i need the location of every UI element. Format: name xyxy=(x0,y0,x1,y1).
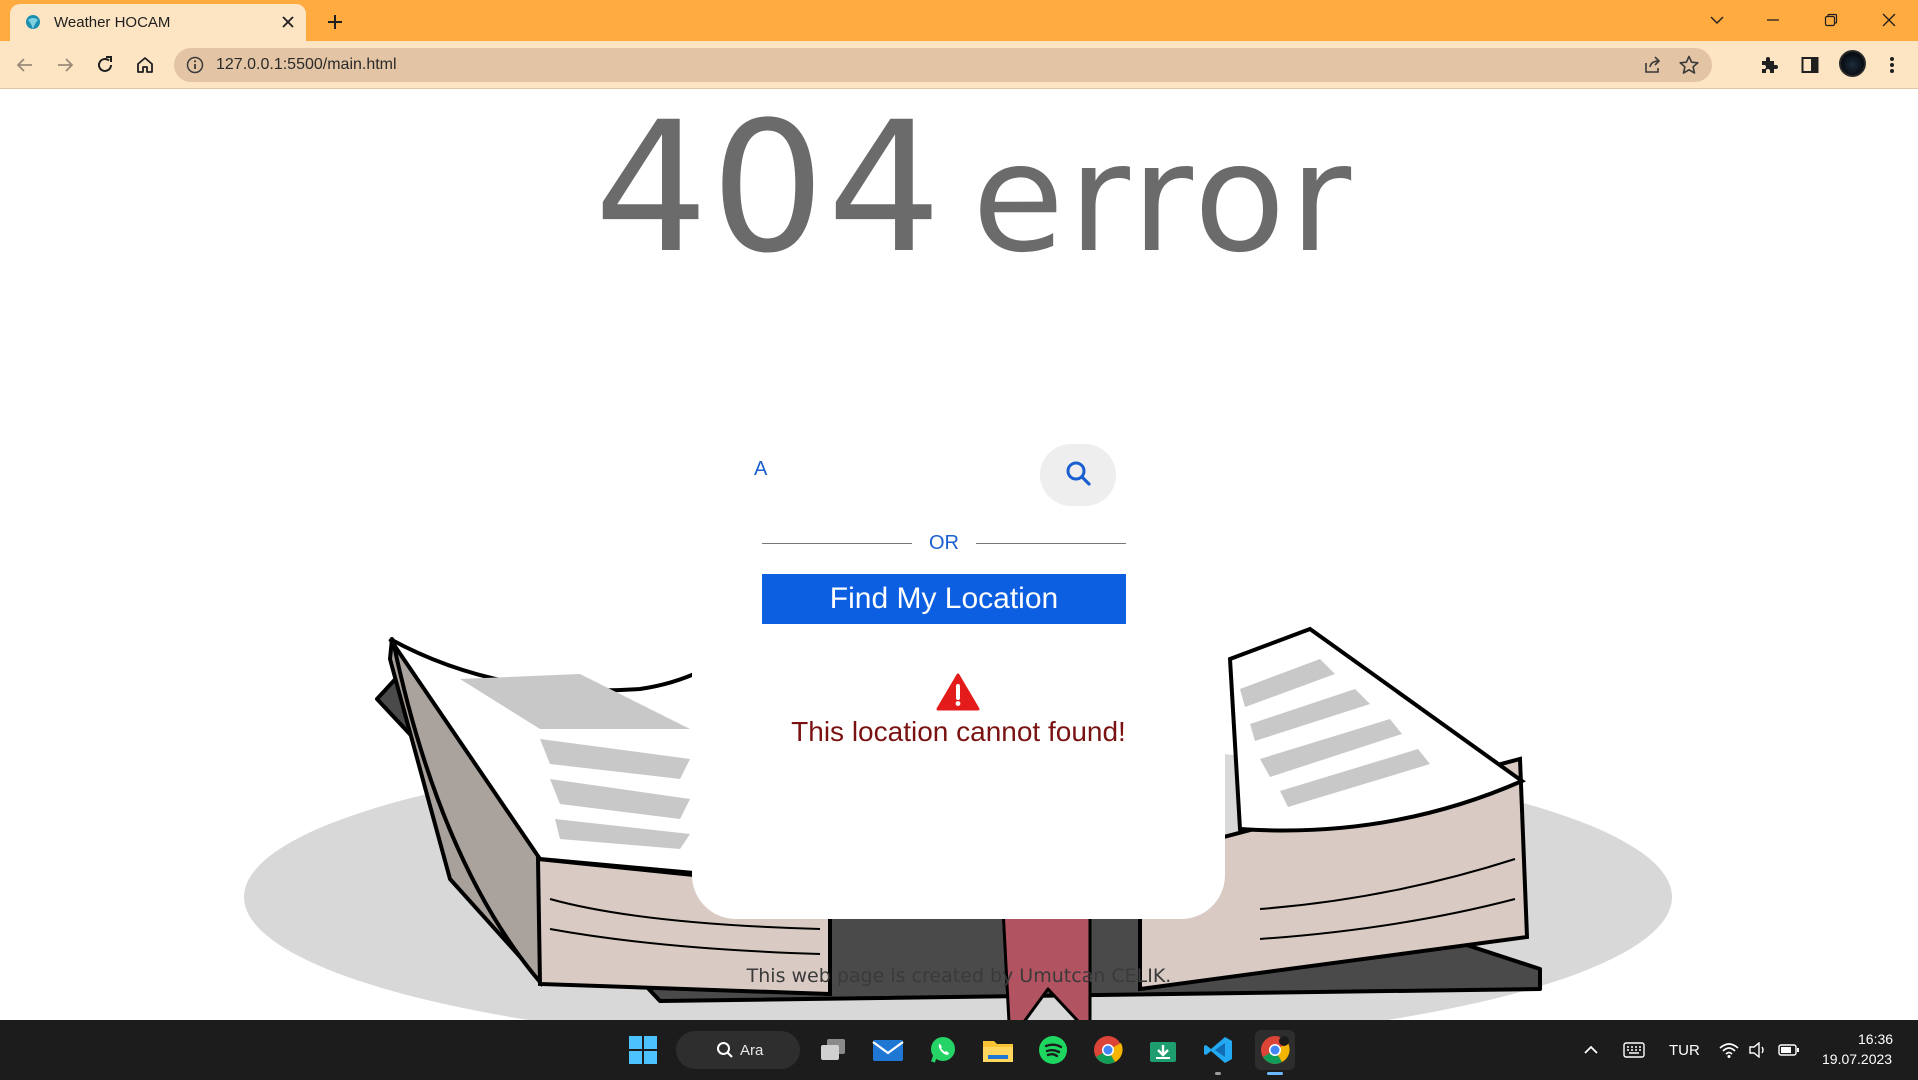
chevron-down-icon[interactable] xyxy=(1701,4,1733,36)
file-explorer-icon[interactable] xyxy=(980,1032,1016,1068)
puzzle-icon[interactable] xyxy=(1754,50,1784,80)
plus-icon[interactable] xyxy=(322,9,348,35)
wifi-icon[interactable] xyxy=(1716,1032,1742,1068)
windows-start-icon[interactable] xyxy=(625,1032,661,1068)
more-icon[interactable] xyxy=(1877,50,1907,80)
forward-icon[interactable] xyxy=(50,50,80,80)
footer-credit: This web page is created by Umutcan CELI… xyxy=(746,965,1172,987)
search-icon xyxy=(1064,459,1092,492)
warning-icon xyxy=(936,673,980,711)
chrome-active-icon[interactable] xyxy=(1255,1030,1295,1070)
task-view-icon[interactable] xyxy=(815,1032,851,1068)
browser-tab[interactable]: Weather HOCAM xyxy=(10,4,306,41)
star-icon[interactable] xyxy=(1678,54,1700,76)
page-content: 404 error A OR Find My Location This loc… xyxy=(0,89,1918,1020)
download-app-icon[interactable] xyxy=(1145,1032,1181,1068)
close-window-icon[interactable] xyxy=(1873,4,1905,36)
minimize-icon[interactable] xyxy=(1757,4,1789,36)
info-icon[interactable] xyxy=(186,56,204,74)
divider-line-right xyxy=(976,543,1126,544)
favicon-icon xyxy=(24,14,42,32)
taskbar-search[interactable]: Ara xyxy=(676,1031,800,1069)
taskbar-search-label: Ara xyxy=(740,1042,764,1059)
windows-taskbar: Ara TUR 16:36 19.07.2023 xyxy=(0,1020,1918,1080)
error-message: This location cannot found! xyxy=(791,716,1126,747)
heading-404: 404 xyxy=(594,89,944,293)
reload-icon[interactable] xyxy=(90,50,120,80)
search-input[interactable] xyxy=(754,449,1024,489)
share-icon[interactable] xyxy=(1642,55,1662,75)
find-my-location-button[interactable]: Find My Location xyxy=(762,574,1126,624)
profile-avatar[interactable] xyxy=(1839,50,1866,77)
spotify-icon[interactable] xyxy=(1035,1032,1071,1068)
whatsapp-icon[interactable] xyxy=(925,1032,961,1068)
sidebar-icon[interactable] xyxy=(1795,50,1825,80)
heading-error: error xyxy=(972,112,1356,286)
url-text[interactable]: 127.0.0.1:5500/main.html xyxy=(216,56,397,74)
search-icon xyxy=(716,1041,734,1064)
keyboard-icon[interactable] xyxy=(1619,1032,1649,1068)
chrome-icon[interactable] xyxy=(1090,1032,1126,1068)
running-indicator xyxy=(1215,1072,1221,1075)
language-indicator[interactable]: TUR xyxy=(1669,1042,1700,1059)
browser-tab-bar: Weather HOCAM xyxy=(0,0,1918,41)
tab-title: Weather HOCAM xyxy=(54,14,171,31)
clock-time[interactable]: 16:36 xyxy=(1858,1031,1893,1047)
address-bar[interactable]: 127.0.0.1:5500/main.html xyxy=(174,48,1712,82)
close-icon[interactable] xyxy=(278,12,298,32)
chevron-up-icon[interactable] xyxy=(1578,1032,1604,1068)
restore-icon[interactable] xyxy=(1815,4,1847,36)
battery-icon[interactable] xyxy=(1774,1032,1804,1068)
vscode-icon[interactable] xyxy=(1200,1032,1236,1068)
volume-icon[interactable] xyxy=(1745,1032,1771,1068)
browser-toolbar: 127.0.0.1:5500/main.html xyxy=(0,41,1918,89)
home-icon[interactable] xyxy=(130,50,160,80)
active-app-indicator xyxy=(1267,1072,1283,1075)
clock-date[interactable]: 19.07.2023 xyxy=(1822,1051,1892,1067)
search-button[interactable] xyxy=(1040,444,1116,506)
or-divider: OR xyxy=(762,531,1126,555)
search-card: OR Find My Location This location cannot… xyxy=(692,389,1225,919)
back-icon[interactable] xyxy=(10,50,40,80)
mail-icon[interactable] xyxy=(870,1032,906,1068)
